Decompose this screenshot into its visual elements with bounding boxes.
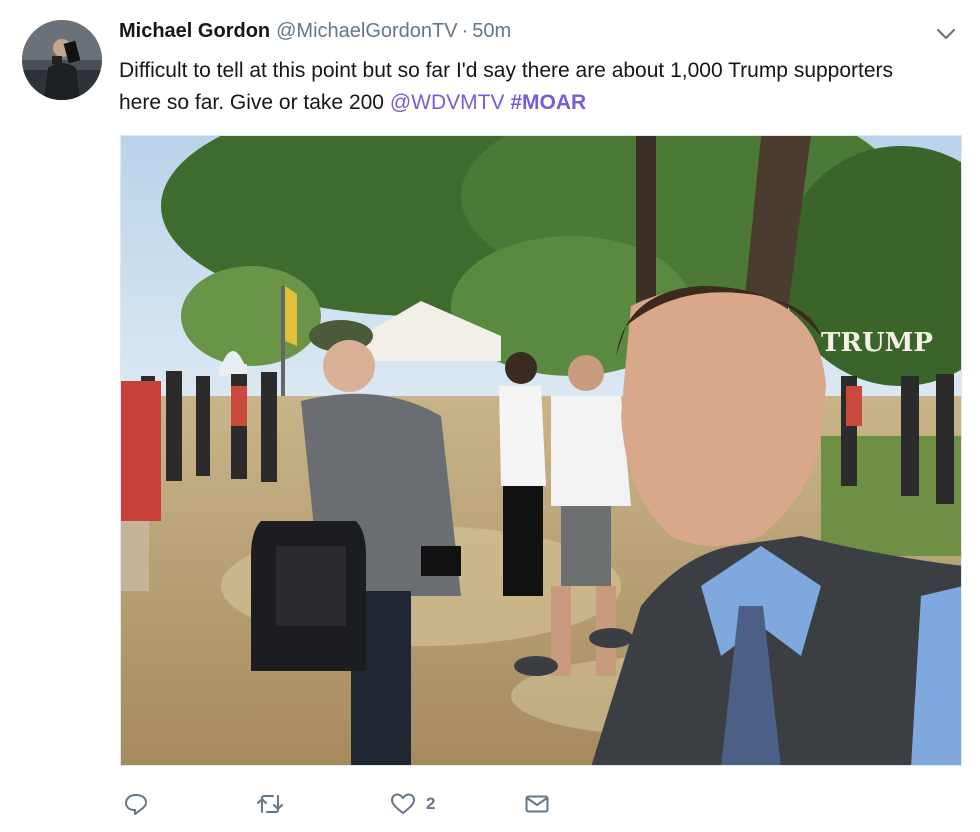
tweet: Michael Gordon @MichaelGordonTV · 50m Diffi… <box>0 0 980 832</box>
envelope-icon <box>525 795 549 813</box>
tweet-header: Michael Gordon @MichaelGordonTV · 50m <box>119 20 511 46</box>
tweet-actions: 2 <box>119 788 719 820</box>
photo-sign-text: TRUMP <box>821 328 933 358</box>
mention-link[interactable]: @WDVMTV <box>390 91 505 114</box>
reply-button[interactable] <box>122 788 150 820</box>
tweet-text-body: Difficult to tell at this point but so f… <box>119 59 894 114</box>
retweet-icon <box>257 795 283 813</box>
avatar-photo <box>22 20 102 100</box>
chevron-down-icon[interactable] <box>934 22 958 46</box>
hashtag-link[interactable]: #MOAR <box>510 91 586 114</box>
like-count: 2 <box>426 794 436 813</box>
reply-icon <box>125 794 147 815</box>
author-name[interactable]: Michael Gordon <box>119 20 270 42</box>
like-button[interactable]: 2 <box>389 788 435 820</box>
retweet-button[interactable] <box>254 788 286 820</box>
avatar[interactable] <box>22 20 102 100</box>
timestamp[interactable]: 50m <box>472 20 511 42</box>
direct-message-button[interactable] <box>523 788 551 820</box>
separator-dot: · <box>461 20 469 42</box>
heart-icon <box>391 793 415 814</box>
author-handle[interactable]: @MichaelGordonTV <box>276 20 457 42</box>
photo-scene: TRUMP <box>121 136 961 765</box>
tweet-text: Difficult to tell at this point but so f… <box>119 55 919 119</box>
tweet-photo[interactable]: TRUMP <box>120 135 962 766</box>
